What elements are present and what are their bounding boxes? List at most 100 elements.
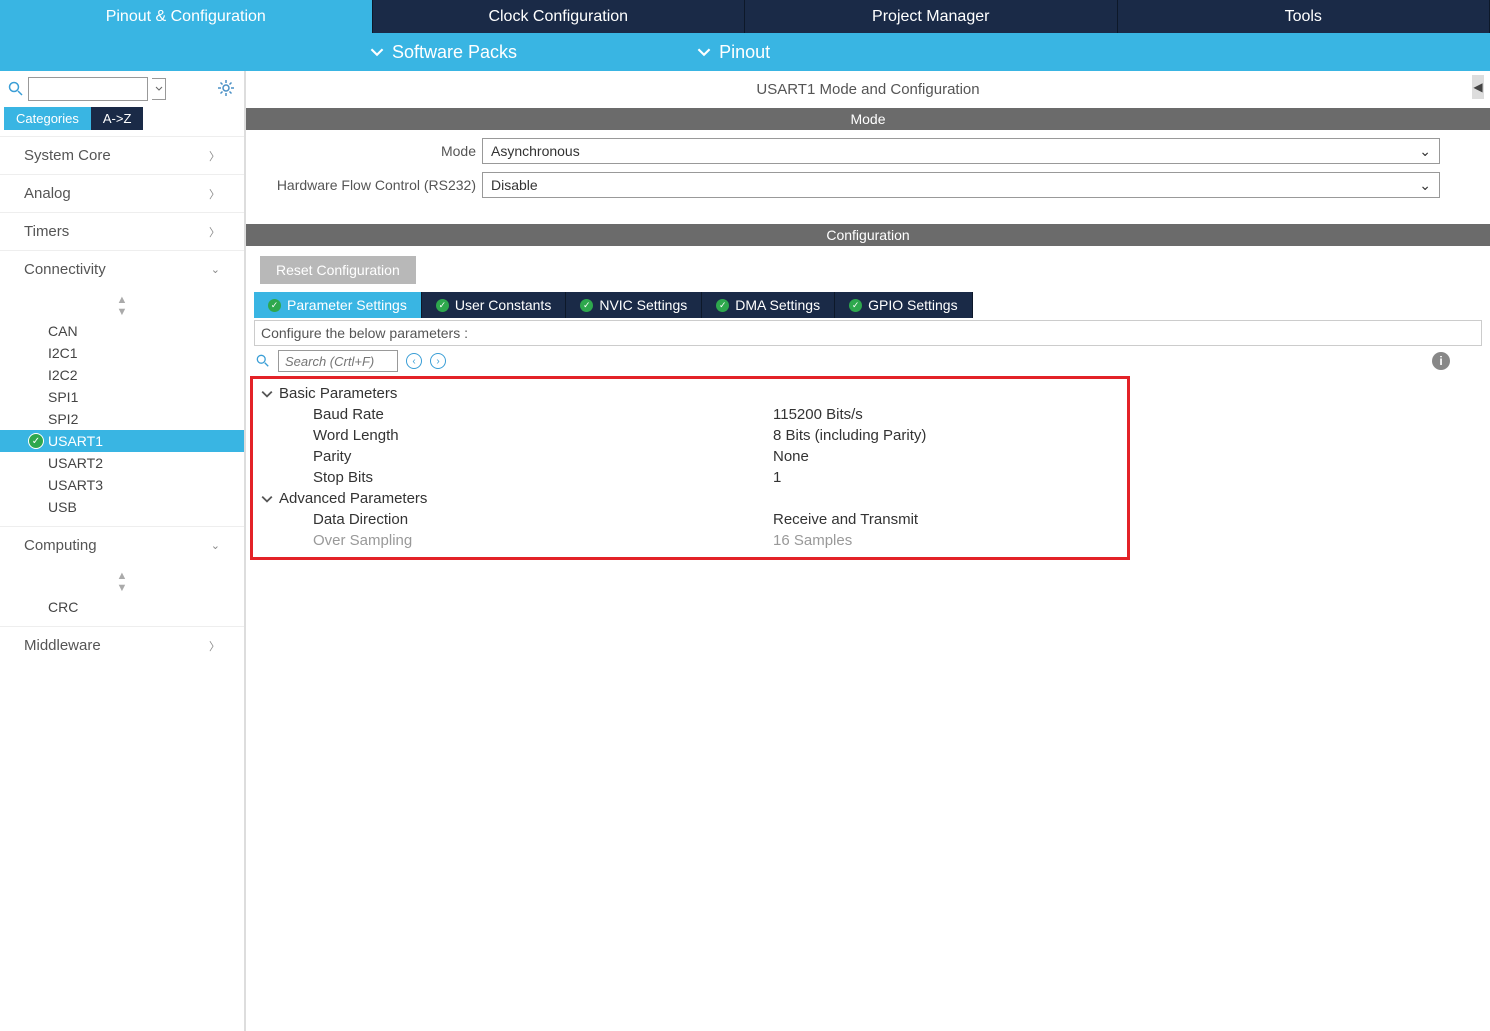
category-label: Analog (24, 185, 71, 202)
param-stop-bits[interactable]: Stop Bits 1 (257, 467, 1123, 488)
tab-project-manager[interactable]: Project Manager (745, 0, 1118, 33)
chevron-right-icon: 〉 (209, 148, 220, 164)
periph-i2c2[interactable]: I2C2 (0, 364, 244, 386)
config-tabs: ✓Parameter Settings ✓User Constants ✓NVI… (254, 292, 1490, 318)
category-header-timers[interactable]: Timers 〉 (0, 213, 244, 250)
periph-usart3[interactable]: USART3 (0, 474, 244, 496)
reset-config-button[interactable]: Reset Configuration (260, 256, 416, 284)
check-icon: ✓ (716, 299, 729, 312)
chevron-down-icon: ⌄ (211, 539, 220, 552)
category-timers: Timers 〉 (0, 212, 244, 250)
sidebar-tab-az[interactable]: A->Z (91, 107, 144, 130)
chevron-down-icon (261, 388, 273, 400)
category-connectivity: Connectivity ⌄ ▲▼ CAN I2C1 I2C2 SPI1 SPI… (0, 250, 244, 526)
sub-bar: Software Packs Pinout (0, 33, 1490, 71)
info-button[interactable]: i (1432, 352, 1450, 370)
param-baud-rate[interactable]: Baud Rate 115200 Bits/s (257, 404, 1123, 425)
chevron-down-icon: ⌄ (211, 263, 220, 276)
category-header-middleware[interactable]: Middleware 〉 (0, 627, 244, 664)
tab-parameter-settings[interactable]: ✓ Parameter Settings (254, 292, 422, 318)
tab-dma-settings[interactable]: ✓ DMA Settings (702, 292, 835, 318)
tab-label: Parameter Settings (287, 297, 407, 313)
periph-spi2[interactable]: SPI2 (0, 408, 244, 430)
sidebar-tab-categories[interactable]: Categories (4, 107, 91, 130)
sidebar-search-dropdown[interactable] (152, 78, 166, 100)
search-icon (256, 354, 270, 368)
category-label: Connectivity (24, 261, 106, 278)
periph-usart1[interactable]: ✓ USART1 (0, 430, 244, 452)
periph-crc[interactable]: CRC (0, 596, 244, 618)
periph-spi1[interactable]: SPI1 (0, 386, 244, 408)
mode-form: Mode Asynchronous ⌄ Hardware Flow Contro… (246, 130, 1490, 214)
next-button[interactable]: › (430, 353, 446, 369)
params-header: Configure the below parameters : (254, 320, 1482, 346)
param-name: Parity (313, 448, 773, 465)
category-label: Computing (24, 537, 97, 554)
param-data-direction[interactable]: Data Direction Receive and Transmit (257, 509, 1123, 530)
group-basic-parameters[interactable]: Basic Parameters (257, 383, 1123, 404)
drag-handle-icon[interactable]: ▲▼ (0, 292, 244, 320)
param-value: 115200 Bits/s (773, 406, 1123, 423)
chevron-right-icon: 〉 (209, 224, 220, 240)
chevron-down-icon (261, 493, 273, 505)
panel-collapse-button[interactable]: ◀ (1472, 75, 1484, 99)
param-parity[interactable]: Parity None (257, 446, 1123, 467)
param-name: Baud Rate (313, 406, 773, 423)
search-icon (8, 81, 24, 97)
menu-software-packs[interactable]: Software Packs (370, 42, 517, 63)
chevron-down-icon: ⌄ (1419, 177, 1431, 194)
tab-label: GPIO Settings (868, 297, 957, 313)
menu-pinout-label: Pinout (719, 42, 770, 63)
mode-section-header: Mode (246, 108, 1490, 130)
chevron-down-icon (155, 86, 163, 92)
param-value: Receive and Transmit (773, 511, 1123, 528)
menu-software-packs-label: Software Packs (392, 42, 517, 63)
tab-pinout-config[interactable]: Pinout & Configuration (0, 0, 373, 33)
periph-i2c1[interactable]: I2C1 (0, 342, 244, 364)
config-title: USART1 Mode and Configuration (246, 71, 1490, 108)
category-label: Timers (24, 223, 69, 240)
sidebar-search-input[interactable] (28, 77, 148, 101)
category-analog: Analog 〉 (0, 174, 244, 212)
tab-clock-config[interactable]: Clock Configuration (373, 0, 746, 33)
param-value: 1 (773, 469, 1123, 486)
category-header-connectivity[interactable]: Connectivity ⌄ (0, 251, 244, 288)
hwflow-select-value: Disable (491, 177, 538, 193)
prev-button[interactable]: ‹ (406, 353, 422, 369)
periph-label: USART1 (48, 433, 103, 449)
mode-label: Mode (262, 143, 482, 159)
tab-tools[interactable]: Tools (1118, 0, 1490, 33)
tab-user-constants[interactable]: ✓User Constants (422, 292, 566, 318)
mode-select[interactable]: Asynchronous ⌄ (482, 138, 1440, 164)
param-word-length[interactable]: Word Length 8 Bits (including Parity) (257, 425, 1123, 446)
menu-pinout[interactable]: Pinout (697, 42, 770, 63)
periph-usart2[interactable]: USART2 (0, 452, 244, 474)
category-header-system-core[interactable]: System Core 〉 (0, 137, 244, 174)
settings-gear-button[interactable] (216, 78, 236, 101)
params-search-input[interactable] (278, 350, 398, 372)
sidebar: Categories A->Z System Core 〉 Analog 〉 T… (0, 71, 246, 1031)
tab-label: DMA Settings (735, 297, 820, 313)
param-name: Stop Bits (313, 469, 773, 486)
tab-nvic-settings[interactable]: ✓NVIC Settings (566, 292, 702, 318)
chevron-right-icon: 〉 (209, 186, 220, 202)
top-tabs: Pinout & Configuration Clock Configurati… (0, 0, 1490, 33)
tab-gpio-settings[interactable]: ✓GPIO Settings (835, 292, 972, 318)
check-icon: ✓ (28, 433, 44, 449)
param-value: None (773, 448, 1123, 465)
tab-label: NVIC Settings (599, 297, 687, 313)
chevron-down-icon (370, 45, 384, 59)
category-header-computing[interactable]: Computing ⌄ (0, 527, 244, 564)
drag-handle-icon[interactable]: ▲▼ (0, 568, 244, 596)
periph-usb[interactable]: USB (0, 496, 244, 518)
check-icon: ✓ (436, 299, 449, 312)
group-advanced-parameters[interactable]: Advanced Parameters (257, 488, 1123, 509)
category-header-analog[interactable]: Analog 〉 (0, 175, 244, 212)
param-name: Data Direction (313, 511, 773, 528)
chevron-down-icon (697, 45, 711, 59)
param-value: 8 Bits (including Parity) (773, 427, 1123, 444)
hwflow-select[interactable]: Disable ⌄ (482, 172, 1440, 198)
mode-select-value: Asynchronous (491, 143, 580, 159)
check-icon: ✓ (268, 299, 281, 312)
periph-can[interactable]: CAN (0, 320, 244, 342)
